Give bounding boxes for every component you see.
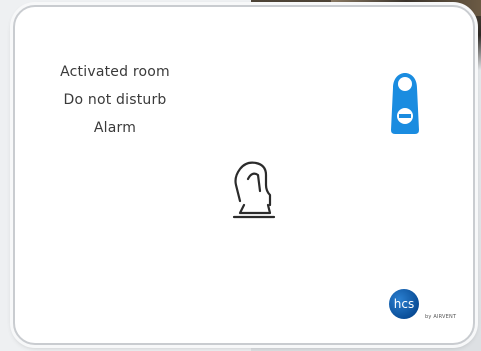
logo-circle: hcs <box>389 289 419 319</box>
status-list: Activated room Do not disturb Alarm <box>15 58 215 142</box>
logo-tagline: by AIRVENT <box>425 314 457 320</box>
status-activated-room: Activated room <box>60 64 170 80</box>
status-alarm: Alarm <box>93 120 137 136</box>
hand-touch-icon[interactable] <box>226 155 282 221</box>
hcs-logo: hcs by AIRVENT <box>387 287 479 331</box>
room-control-panel: Activated room Do not disturb Alarm hcs … <box>13 5 475 345</box>
status-do-not-disturb: Do not disturb <box>63 92 167 108</box>
door-hanger-icon <box>391 73 419 134</box>
